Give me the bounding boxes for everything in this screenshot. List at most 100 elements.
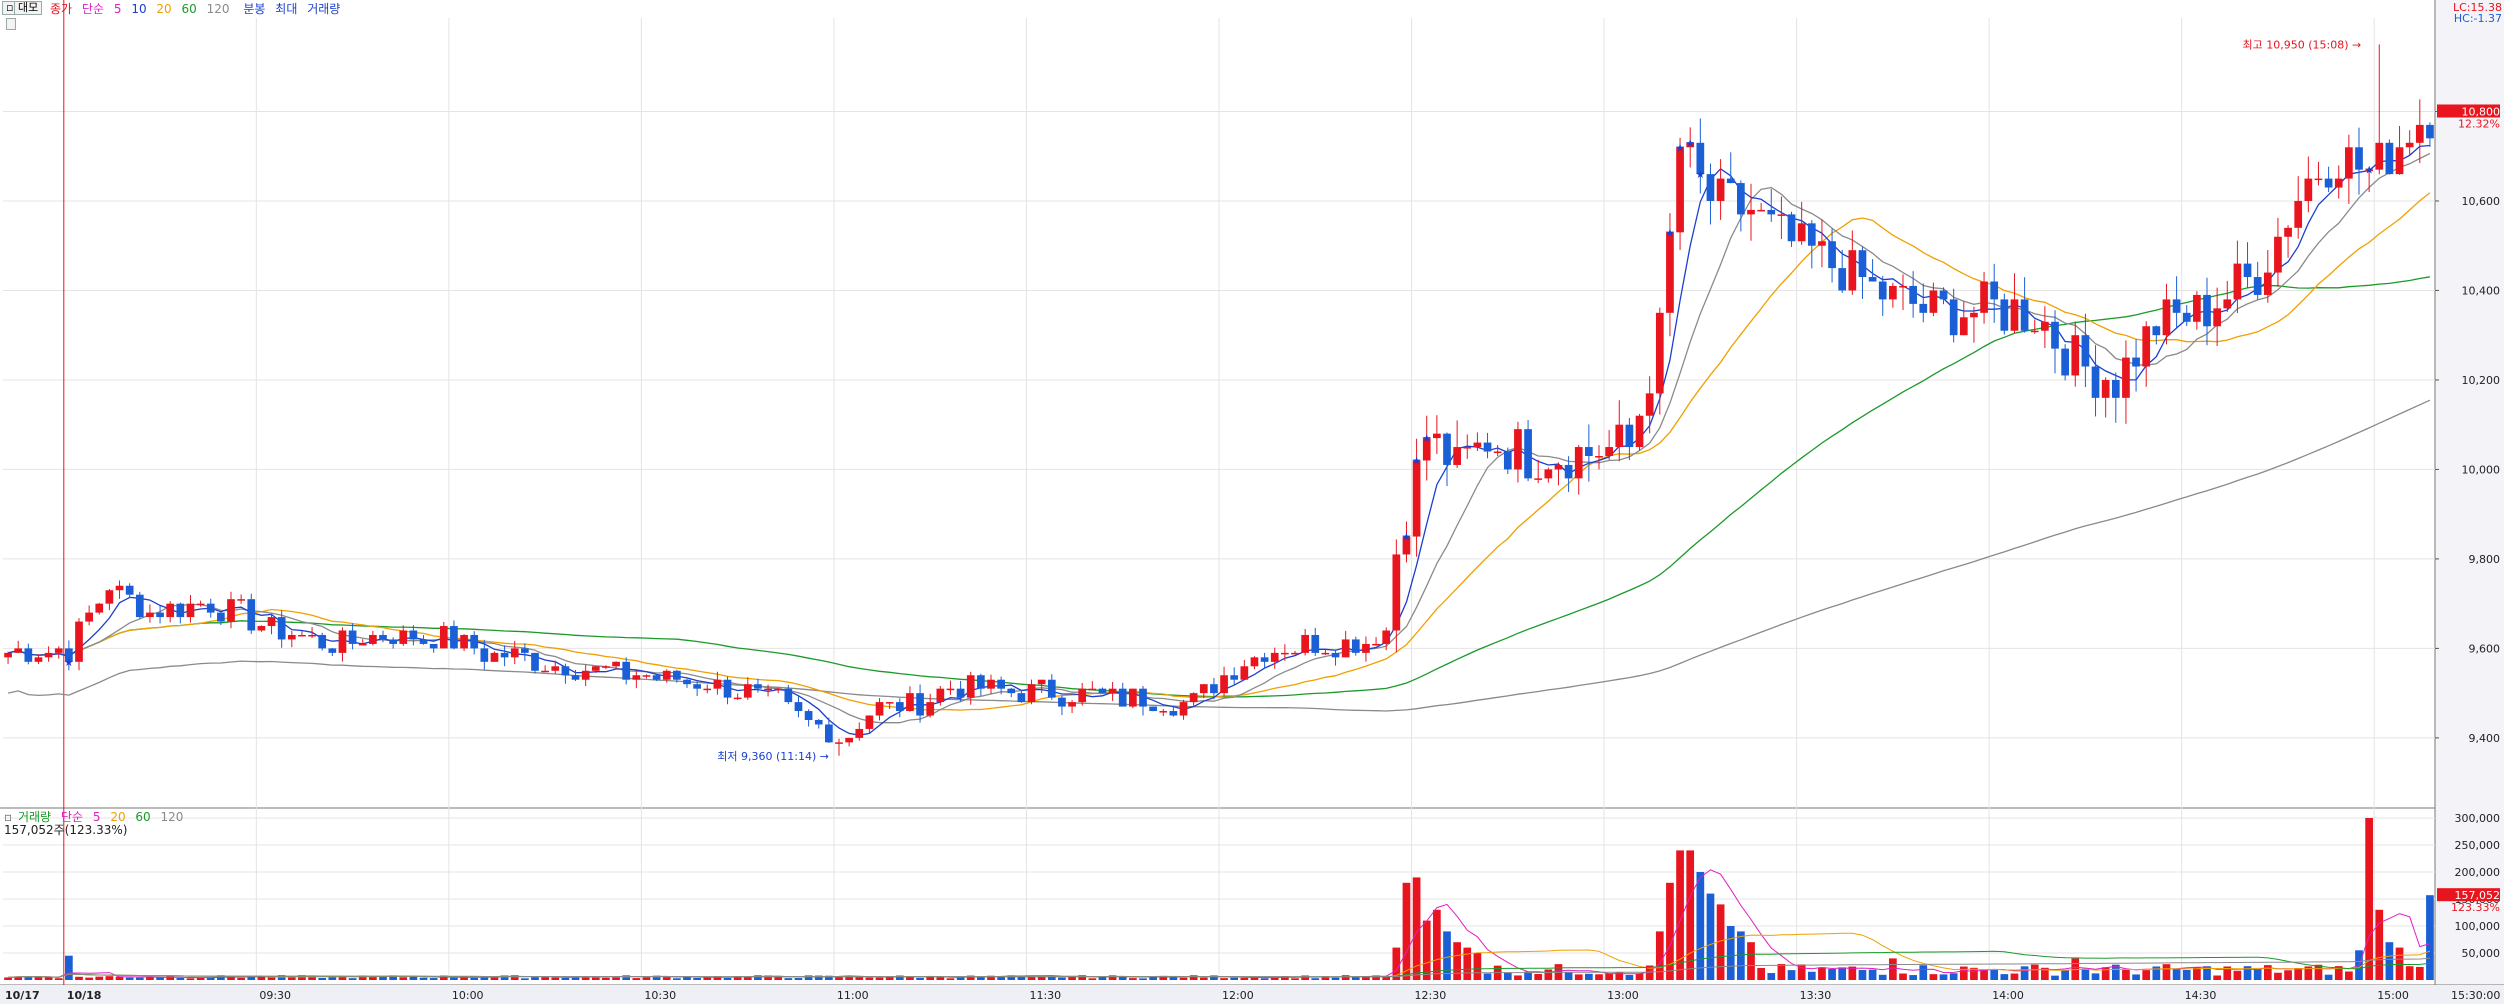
candle-body [105, 590, 114, 604]
volume-bar [2213, 975, 2221, 980]
legend-ma120[interactable]: 120 [207, 2, 230, 16]
volume-bar [1503, 972, 1512, 980]
volume-tick-label: 100,000 [2455, 920, 2501, 933]
chart-canvas[interactable]: 최고 10,950 (15:08) →최저 9,360 (11:14) →★★★… [0, 0, 2504, 1004]
star-marker-icon: ★ [1675, 141, 1685, 154]
candle-body [429, 643, 438, 649]
vol-legend-20[interactable]: 20 [110, 810, 125, 824]
volume-bar [774, 976, 783, 980]
grid-lines [0, 0, 2504, 1004]
volume-bar [1807, 971, 1816, 980]
candle-body [2274, 236, 2282, 273]
volume-bar [2233, 970, 2242, 980]
legend-ma60[interactable]: 60 [182, 2, 197, 16]
volume-bar [2132, 974, 2140, 980]
candle-body [1007, 688, 1016, 694]
grid-settings-icon[interactable] [6, 18, 16, 30]
legend-ma20[interactable]: 20 [156, 2, 171, 16]
right-axis-panel [2435, 0, 2504, 1004]
candle-body [561, 666, 570, 676]
candle-body [1281, 652, 1289, 655]
candle-body [936, 688, 945, 703]
volume-bar [156, 977, 164, 980]
volume-bar [1777, 963, 1786, 980]
vol-legend-5[interactable]: 5 [93, 810, 101, 824]
volume-bar [2395, 947, 2404, 980]
candle-body [2081, 335, 2090, 367]
candle-body [1210, 684, 1218, 694]
candle-body [602, 666, 610, 668]
volume-bar [1220, 978, 1228, 980]
volume-bar [1240, 977, 1249, 980]
volume-bar [2162, 964, 2171, 980]
legend-simple[interactable]: 단순 [82, 2, 104, 16]
vol-legend-60[interactable]: 60 [135, 810, 150, 824]
volume-bar [1909, 975, 1917, 980]
volume-bar [865, 977, 874, 980]
legend-close[interactable]: 종가 [50, 2, 72, 16]
volume-bar [105, 976, 114, 980]
legend-ma10[interactable]: 10 [131, 2, 146, 16]
candle-body [662, 670, 671, 680]
candle-body [673, 670, 681, 680]
candle-body [885, 702, 894, 704]
candle-body [156, 612, 164, 618]
vol-legend-120[interactable]: 120 [161, 810, 184, 824]
candle-body [480, 648, 489, 662]
candle-body [1858, 250, 1867, 278]
volume-bar [2000, 974, 2009, 980]
volume-bar [1655, 931, 1664, 980]
candle-body [419, 639, 428, 644]
volume-bar [2274, 972, 2282, 980]
candle-body [166, 603, 175, 618]
candle-body [1230, 675, 1239, 680]
candle-body [2142, 326, 2151, 367]
candle-body [186, 603, 195, 618]
volume-legend-icon[interactable]: ▫ [4, 810, 12, 824]
candle-body [1250, 657, 1259, 667]
candle-body [2213, 308, 2221, 327]
legend-bar-style[interactable]: 분봉 [243, 2, 265, 16]
star-marker-icon: ★ [1665, 226, 1675, 239]
candle-body [1027, 684, 1036, 703]
volume-bar [2030, 964, 2039, 980]
candle-body [2223, 299, 2232, 309]
candle-body [1351, 639, 1360, 653]
candle-body [1787, 214, 1796, 242]
candle-body [1554, 464, 1563, 470]
candle-body [399, 630, 408, 644]
candle-body [2193, 294, 2201, 322]
candle-body [1341, 639, 1350, 658]
volume-bar [2375, 909, 2384, 980]
candle-body [1453, 447, 1461, 465]
legend-volume[interactable]: 거래량 [307, 2, 340, 16]
legend-max[interactable]: 최대 [275, 2, 297, 16]
vol-legend-simple[interactable]: 단순 [61, 810, 83, 824]
volume-current-readout: 157,052주(123.33%) [4, 823, 128, 837]
candle-body [1949, 299, 1958, 336]
candle-body [146, 612, 154, 618]
candle-body [835, 742, 843, 744]
volume-bar [794, 978, 803, 980]
tab-daemo[interactable]: 대모 [14, 1, 43, 15]
legend-ma5[interactable]: 5 [114, 2, 122, 16]
volume-bar [946, 978, 955, 980]
volume-bar [1058, 977, 1066, 980]
candle-body [2385, 142, 2394, 175]
candle-body [1828, 241, 1836, 269]
candle-body [348, 630, 357, 644]
volume-bar [561, 977, 570, 980]
time-tick-label: 10:30 [644, 989, 676, 1002]
vol-legend-volume[interactable]: 거래량 [18, 810, 51, 824]
time-tick-label: 11:30 [1029, 989, 1061, 1002]
candle-body [2152, 326, 2161, 336]
candle-body [1838, 268, 1847, 291]
candle-body [1372, 643, 1380, 646]
star-marker-icon: ★ [1685, 137, 1695, 150]
candle-body [1848, 250, 1857, 291]
volume-bar [2324, 974, 2333, 980]
volume-bar [318, 978, 327, 980]
price-tick-label: 9,400 [2469, 732, 2501, 745]
candle-body [1037, 679, 1046, 685]
volume-bar [1949, 973, 1958, 980]
